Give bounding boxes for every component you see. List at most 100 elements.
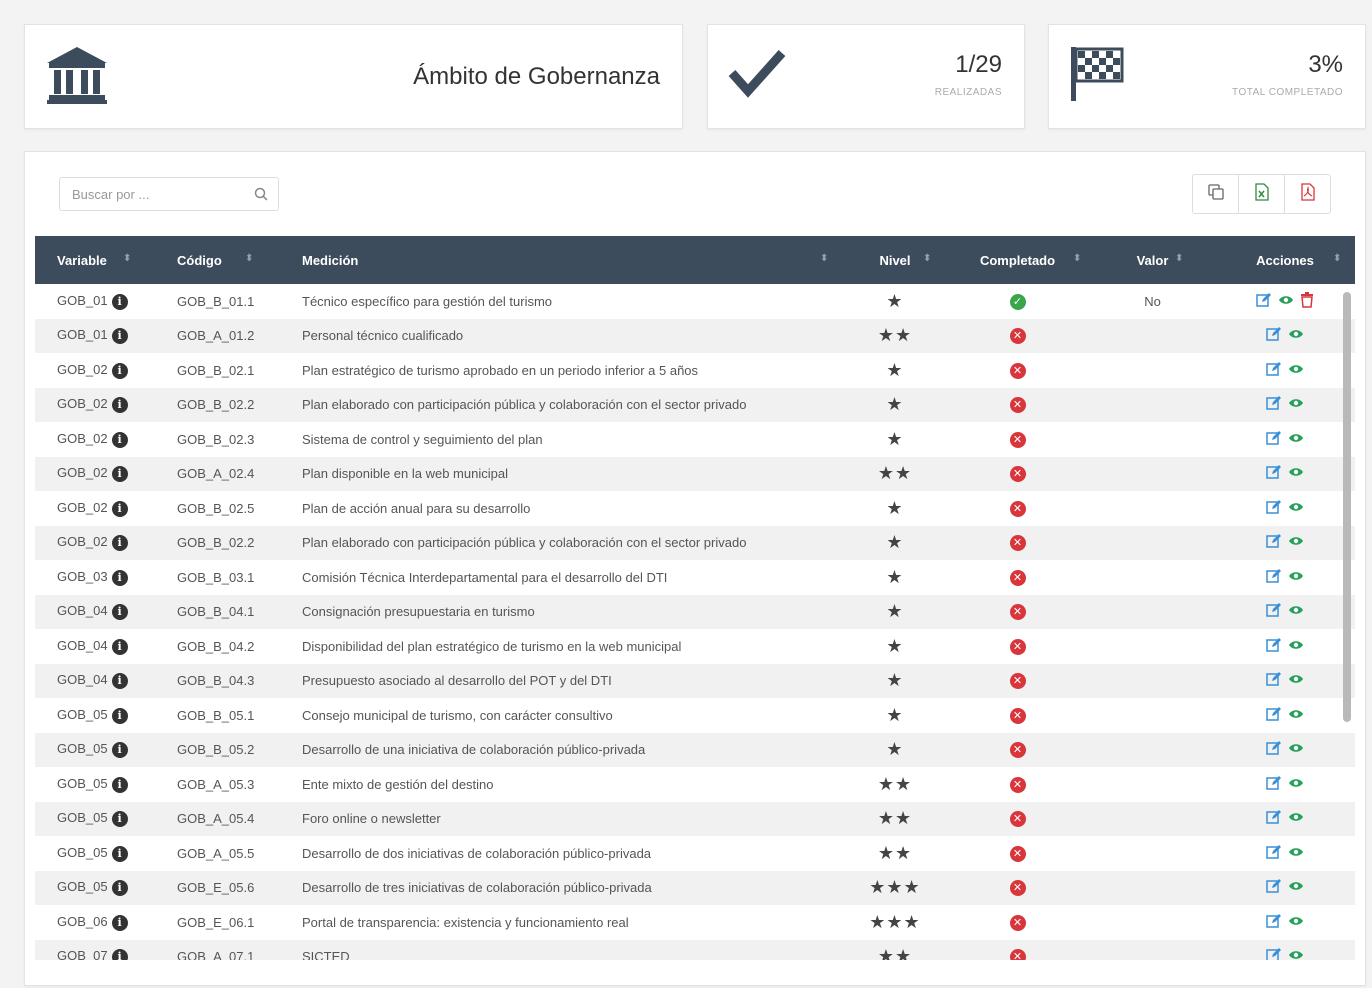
info-icon[interactable]: i bbox=[111, 293, 128, 310]
view-eye-icon[interactable] bbox=[1288, 777, 1304, 792]
view-eye-icon[interactable] bbox=[1288, 880, 1304, 895]
column-header-codigo[interactable]: Código ⬍ bbox=[155, 236, 280, 284]
info-icon[interactable]: i bbox=[111, 466, 128, 483]
info-icon[interactable]: i bbox=[111, 362, 128, 379]
table-row[interactable]: GOB_01 i GOB_A_01.2 Personal técnico cualif… bbox=[35, 318, 1355, 353]
edit-icon[interactable] bbox=[1266, 326, 1282, 345]
info-icon[interactable]: i bbox=[111, 880, 128, 897]
table-row[interactable]: GOB_04 i GOB_B_04.1 Consignación presupuest… bbox=[35, 594, 1355, 629]
table-row[interactable]: GOB_05 i GOB_B_05.1 Consejo municipal de tu… bbox=[35, 698, 1355, 733]
table-scrollbar[interactable] bbox=[1343, 292, 1351, 722]
info-icon[interactable]: i bbox=[111, 776, 128, 793]
info-icon[interactable]: i bbox=[111, 604, 128, 621]
edit-icon[interactable] bbox=[1266, 913, 1282, 932]
info-icon[interactable]: i bbox=[111, 638, 128, 655]
edit-icon[interactable] bbox=[1266, 499, 1282, 518]
view-eye-icon[interactable] bbox=[1288, 328, 1304, 343]
edit-icon[interactable] bbox=[1266, 602, 1282, 621]
info-icon[interactable]: i bbox=[111, 431, 128, 448]
cell-acciones bbox=[1215, 560, 1355, 595]
view-eye-icon[interactable] bbox=[1288, 432, 1304, 447]
view-eye-icon[interactable] bbox=[1278, 294, 1294, 309]
table-row[interactable]: GOB_05 i GOB_A_05.5 Desarrollo de dos inici… bbox=[35, 836, 1355, 871]
measurements-table-wrapper[interactable]: Variable ⬍ Código ⬍ Medición ⬍ Nivel ⬍ Compl… bbox=[35, 236, 1355, 960]
table-row[interactable]: GOB_05 i GOB_A_05.3 Ente mixto de gestión d… bbox=[35, 767, 1355, 802]
edit-icon[interactable] bbox=[1266, 878, 1282, 897]
edit-icon[interactable] bbox=[1266, 464, 1282, 483]
delete-trash-icon[interactable] bbox=[1300, 291, 1314, 311]
edit-icon[interactable] bbox=[1266, 395, 1282, 414]
edit-icon[interactable] bbox=[1266, 533, 1282, 552]
view-eye-icon[interactable] bbox=[1288, 570, 1304, 585]
table-row[interactable]: GOB_02 i GOB_B_02.3 Sistema de control y se… bbox=[35, 422, 1355, 457]
info-icon[interactable]: i bbox=[111, 673, 128, 690]
view-eye-icon[interactable] bbox=[1288, 639, 1304, 654]
edit-icon[interactable] bbox=[1266, 706, 1282, 725]
info-icon[interactable]: i bbox=[111, 845, 128, 862]
table-row[interactable]: GOB_07 i GOB_A_07.1 SICTED ★★ ✕ bbox=[35, 939, 1355, 960]
edit-icon[interactable] bbox=[1256, 292, 1272, 311]
edit-icon[interactable] bbox=[1266, 775, 1282, 794]
table-body: GOB_01 i GOB_B_01.1 Técnico específico para… bbox=[35, 284, 1355, 960]
edit-icon[interactable] bbox=[1266, 568, 1282, 587]
cell-codigo: GOB_B_02.2 bbox=[155, 387, 280, 422]
view-eye-icon[interactable] bbox=[1288, 604, 1304, 619]
column-header-completado[interactable]: Completado ⬍ bbox=[945, 236, 1090, 284]
search-input[interactable] bbox=[70, 186, 254, 203]
table-row[interactable]: GOB_01 i GOB_B_01.1 Técnico específico para… bbox=[35, 284, 1355, 319]
info-icon[interactable]: i bbox=[111, 742, 128, 759]
table-row[interactable]: GOB_02 i GOB_B_02.2 Plan elaborado con part… bbox=[35, 387, 1355, 422]
column-header-acciones[interactable]: Acciones ⬍ bbox=[1215, 236, 1355, 284]
export-excel-button[interactable] bbox=[1239, 175, 1285, 213]
view-eye-icon[interactable] bbox=[1288, 915, 1304, 930]
table-row[interactable]: GOB_05 i GOB_B_05.2 Desarrollo de una inici… bbox=[35, 732, 1355, 767]
table-row[interactable]: GOB_05 i GOB_A_05.4 Foro online o newslette… bbox=[35, 801, 1355, 836]
info-icon[interactable]: i bbox=[111, 811, 128, 828]
cell-valor bbox=[1090, 836, 1215, 871]
info-icon[interactable]: i bbox=[111, 397, 128, 414]
view-eye-icon[interactable] bbox=[1288, 466, 1304, 481]
edit-icon[interactable] bbox=[1266, 809, 1282, 828]
info-icon[interactable]: i bbox=[111, 535, 128, 552]
view-eye-icon[interactable] bbox=[1288, 397, 1304, 412]
view-eye-icon[interactable] bbox=[1288, 501, 1304, 516]
copy-button[interactable] bbox=[1193, 175, 1239, 213]
view-eye-icon[interactable] bbox=[1288, 673, 1304, 688]
view-eye-icon[interactable] bbox=[1288, 708, 1304, 723]
edit-icon[interactable] bbox=[1266, 844, 1282, 863]
level-stars-icon: ★ bbox=[886, 670, 904, 691]
export-pdf-button[interactable] bbox=[1285, 175, 1330, 213]
edit-icon[interactable] bbox=[1266, 947, 1282, 960]
table-row[interactable]: GOB_02 i GOB_A_02.4 Plan disponible en la w… bbox=[35, 456, 1355, 491]
view-eye-icon[interactable] bbox=[1288, 846, 1304, 861]
view-eye-icon[interactable] bbox=[1288, 363, 1304, 378]
info-icon[interactable]: i bbox=[111, 949, 128, 960]
info-icon[interactable]: i bbox=[111, 328, 128, 345]
edit-icon[interactable] bbox=[1266, 740, 1282, 759]
column-header-variable[interactable]: Variable ⬍ bbox=[35, 236, 155, 284]
column-header-medicion[interactable]: Medición ⬍ bbox=[280, 236, 845, 284]
table-row[interactable]: GOB_02 i GOB_B_02.5 Plan de acción anual pa… bbox=[35, 491, 1355, 526]
view-eye-icon[interactable] bbox=[1288, 949, 1304, 960]
table-row[interactable]: GOB_06 i GOB_E_06.1 Portal de transparencia… bbox=[35, 905, 1355, 940]
column-header-nivel[interactable]: Nivel ⬍ bbox=[845, 236, 945, 284]
edit-icon[interactable] bbox=[1266, 637, 1282, 656]
table-row[interactable]: GOB_02 i GOB_B_02.2 Plan elaborado con part… bbox=[35, 525, 1355, 560]
info-icon[interactable]: i bbox=[111, 914, 128, 931]
edit-icon[interactable] bbox=[1266, 361, 1282, 380]
info-icon[interactable]: i bbox=[111, 500, 128, 517]
edit-icon[interactable] bbox=[1266, 671, 1282, 690]
table-row[interactable]: GOB_04 i GOB_B_04.3 Presupuesto asociado al… bbox=[35, 663, 1355, 698]
view-eye-icon[interactable] bbox=[1288, 811, 1304, 826]
table-row[interactable]: GOB_04 i GOB_B_04.2 Disponibilidad del plan… bbox=[35, 629, 1355, 664]
info-icon[interactable]: i bbox=[111, 707, 128, 724]
table-row[interactable]: GOB_02 i GOB_B_02.1 Plan estratégico de tur… bbox=[35, 353, 1355, 388]
table-row[interactable]: GOB_05 i GOB_E_05.6 Desarrollo de tres inic… bbox=[35, 870, 1355, 905]
info-icon[interactable]: i bbox=[111, 569, 128, 586]
table-row[interactable]: GOB_03 i GOB_B_03.1 Comisión Técnica Interd… bbox=[35, 560, 1355, 595]
column-header-valor[interactable]: Valor ⬍ bbox=[1090, 236, 1215, 284]
view-eye-icon[interactable] bbox=[1288, 742, 1304, 757]
edit-icon[interactable] bbox=[1266, 430, 1282, 449]
view-eye-icon[interactable] bbox=[1288, 535, 1304, 550]
search-icon[interactable] bbox=[254, 187, 268, 206]
